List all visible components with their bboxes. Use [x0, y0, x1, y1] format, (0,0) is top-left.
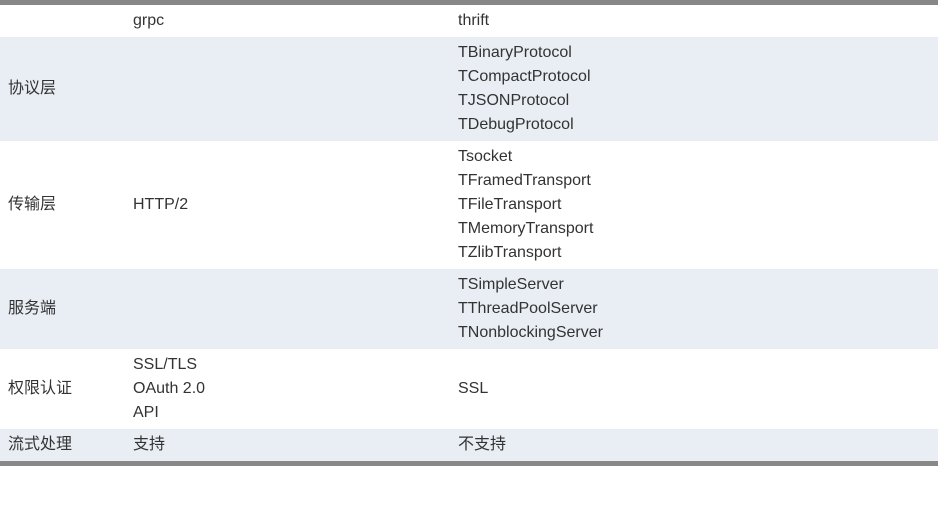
row-label: 协议层 — [0, 37, 125, 141]
row-grpc: SSL/TLS OAuth 2.0 API — [125, 349, 450, 429]
table-row: 权限认证 SSL/TLS OAuth 2.0 API SSL — [0, 349, 938, 429]
table-header-row: grpc thrift — [0, 5, 938, 37]
row-thrift: SSL — [450, 349, 938, 429]
header-col-blank — [0, 5, 125, 37]
row-grpc — [125, 269, 450, 349]
row-label: 服务端 — [0, 269, 125, 349]
comparison-table: grpc thrift 协议层 TBinaryProtocol TCompact… — [0, 5, 938, 461]
row-grpc — [125, 37, 450, 141]
row-grpc: HTTP/2 — [125, 141, 450, 269]
table-row: 流式处理 支持 不支持 — [0, 429, 938, 461]
row-thrift: TBinaryProtocol TCompactProtocol TJSONPr… — [450, 37, 938, 141]
row-label: 传输层 — [0, 141, 125, 269]
table-row: 传输层 HTTP/2 Tsocket TFramedTransport TFil… — [0, 141, 938, 269]
row-grpc: 支持 — [125, 429, 450, 461]
row-thrift: Tsocket TFramedTransport TFileTransport … — [450, 141, 938, 269]
row-thrift: 不支持 — [450, 429, 938, 461]
header-col-thrift: thrift — [450, 5, 938, 37]
header-col-grpc: grpc — [125, 5, 450, 37]
row-thrift: TSimpleServer TThreadPoolServer TNonbloc… — [450, 269, 938, 349]
comparison-table-container: grpc thrift 协议层 TBinaryProtocol TCompact… — [0, 0, 938, 466]
table-row: 服务端 TSimpleServer TThreadPoolServer TNon… — [0, 269, 938, 349]
table-row: 协议层 TBinaryProtocol TCompactProtocol TJS… — [0, 37, 938, 141]
row-label: 权限认证 — [0, 349, 125, 429]
row-label: 流式处理 — [0, 429, 125, 461]
